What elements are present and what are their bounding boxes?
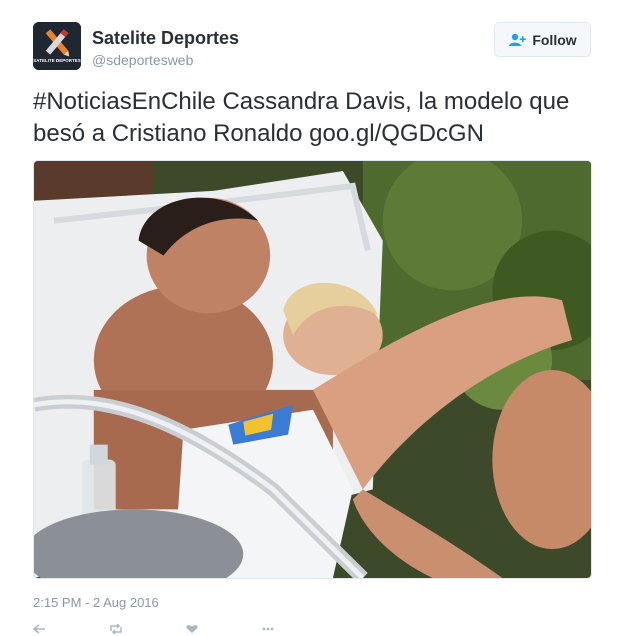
tweet-actions [33, 624, 275, 636]
tweet-hashtag[interactable]: #NoticiasEnChile [33, 88, 216, 115]
tweet-timestamp[interactable]: 2:15 PM - 2 Aug 2016 [33, 595, 159, 610]
account-handle[interactable]: @sdeportesweb [92, 52, 193, 68]
follow-button[interactable]: Follow [494, 22, 591, 57]
account-name[interactable]: Satelite Deportes [92, 28, 239, 49]
avatar[interactable]: SATELITE DEPORTES [33, 22, 81, 70]
tweet-text: #NoticiasEnChile Cassandra Davis, la mod… [33, 86, 603, 150]
follow-label: Follow [532, 31, 577, 48]
add-user-icon [509, 33, 527, 46]
avatar-logo-text: SATELITE DEPORTES [33, 58, 80, 63]
tweet-photo[interactable] [33, 160, 592, 579]
tweet-link[interactable]: goo.gl/QGDcGN [309, 120, 484, 147]
